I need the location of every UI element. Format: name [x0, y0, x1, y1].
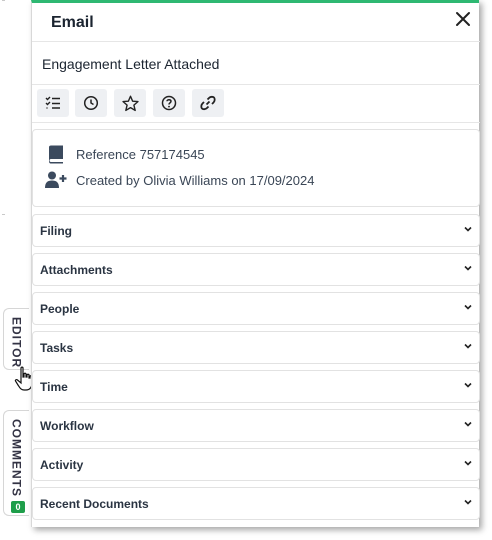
star-icon: [121, 95, 139, 111]
favourite-button[interactable]: [114, 89, 146, 117]
section-label: Activity: [40, 458, 84, 472]
history-button[interactable]: [75, 89, 107, 117]
section-label: Filing: [40, 224, 72, 238]
email-subject-text: Engagement Letter Attached: [42, 56, 220, 72]
created-row: Created by Olivia Williams on 17/09/2024: [45, 169, 314, 191]
section-label: Workflow: [40, 419, 94, 433]
section-label: People: [40, 302, 80, 316]
comments-tab-label: COMMENTS: [9, 419, 24, 497]
question-icon: [161, 95, 177, 111]
chevron-down-icon: [464, 421, 472, 427]
section-people[interactable]: People: [32, 292, 480, 325]
strip-mark: [2, 0, 5, 1]
chevron-down-icon: [464, 265, 472, 271]
chevron-down-icon: [464, 304, 472, 310]
section-label: Tasks: [40, 341, 74, 355]
section-label: Recent Documents: [40, 497, 149, 511]
info-card: Reference 757174545 Created by Olivia Wi…: [32, 129, 480, 207]
strip-mark: [2, 214, 5, 215]
section-tasks[interactable]: Tasks: [32, 331, 480, 364]
help-button[interactable]: [153, 89, 185, 117]
comments-count-badge: 0: [11, 501, 25, 513]
chevron-down-icon: [464, 343, 472, 349]
email-subject: Engagement Letter Attached: [32, 41, 480, 85]
link-icon: [200, 95, 216, 111]
link-button[interactable]: [192, 89, 224, 117]
section-recent-documents[interactable]: Recent Documents: [32, 487, 480, 520]
chevron-down-icon: [464, 226, 472, 232]
user-plus-icon: [45, 169, 67, 191]
clock-icon: [83, 95, 99, 111]
created-text: Created by Olivia Williams on 17/09/2024: [76, 172, 315, 188]
close-icon[interactable]: [453, 9, 473, 29]
chevron-down-icon: [464, 460, 472, 466]
panel-header: Email: [32, 3, 479, 41]
section-activity[interactable]: Activity: [32, 448, 480, 481]
section-workflow[interactable]: Workflow: [32, 409, 480, 442]
chevron-down-icon: [464, 382, 472, 388]
reference-row: Reference 757174545: [45, 143, 205, 165]
editor-tab-label: EDITOR: [9, 317, 24, 369]
section-attachments[interactable]: Attachments: [32, 253, 480, 286]
section-filing[interactable]: Filing: [32, 214, 480, 247]
section-label: Time: [40, 380, 68, 394]
book-icon: [45, 143, 67, 165]
email-panel: Email Engagement Letter Attached Referen…: [31, 0, 480, 527]
chevron-down-icon: [464, 499, 472, 505]
section-label: Attachments: [40, 263, 113, 277]
toolbar: [32, 85, 480, 123]
checklist-icon: [45, 96, 60, 109]
reference-text: Reference 757174545: [76, 146, 205, 162]
section-time[interactable]: Time: [32, 370, 480, 403]
comments-tab[interactable]: COMMENTS 0: [3, 410, 29, 516]
panel-title: Email: [51, 14, 94, 31]
checklist-button[interactable]: [37, 89, 69, 117]
editor-tab[interactable]: EDITOR: [3, 308, 29, 370]
